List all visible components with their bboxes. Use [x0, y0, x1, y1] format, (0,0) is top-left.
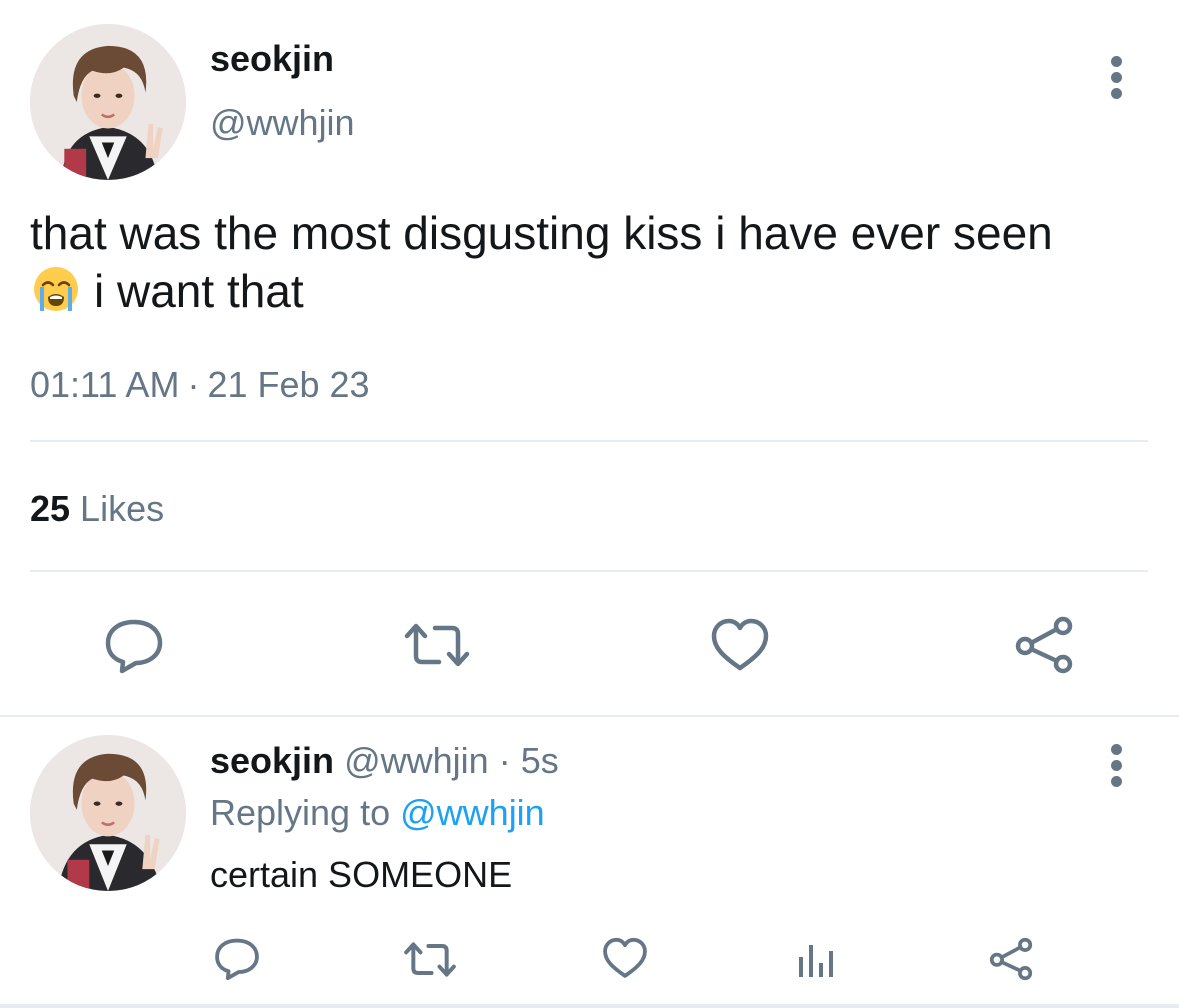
reply-handle[interactable]: @wwhjin: [344, 740, 489, 781]
meta-separator: ·: [187, 364, 200, 405]
tweet-text-line1: that was the most disgusting kiss i have…: [30, 207, 1053, 259]
tweet-text: that was the most disgusting kiss i have…: [30, 204, 1160, 320]
replying-mention-link[interactable]: @wwhjin: [400, 792, 545, 833]
tweet-time: 01:11 AM: [30, 364, 180, 405]
share-icon: [1015, 616, 1073, 674]
user-handle[interactable]: @wwhjin: [210, 102, 355, 144]
tweet-date: 21 Feb 23: [207, 364, 370, 405]
heart-icon: [603, 937, 647, 978]
reply-text: certain SOMEONE: [210, 854, 513, 895]
like-button[interactable]: [602, 937, 648, 981]
reply-icon: [105, 619, 163, 674]
tweet-text-line2-wrap: i want that: [30, 262, 1160, 320]
reply-display-name[interactable]: seokjin: [210, 740, 334, 781]
retweet-button[interactable]: [403, 622, 471, 668]
display-name[interactable]: seokjin: [210, 38, 334, 80]
retweet-button[interactable]: [403, 941, 457, 978]
reply-actions: [0, 935, 1179, 985]
retweet-icon: [404, 623, 470, 667]
bottom-divider: [0, 1004, 1179, 1008]
tweet-actions: [0, 612, 1179, 676]
likes-stat[interactable]: 25 Likes: [30, 488, 164, 530]
tweet-timestamp[interactable]: 01:11 AM · 21 Feb 23: [30, 364, 370, 406]
reply-button[interactable]: [104, 618, 164, 674]
reply-avatar[interactable]: [30, 735, 186, 891]
tweet-text-line2: i want that: [94, 265, 304, 317]
retweet-icon: [404, 942, 456, 977]
avatar-image: [30, 735, 186, 891]
heart-icon: [711, 618, 769, 671]
replying-to: Replying to @wwhjin: [210, 792, 545, 834]
share-button[interactable]: [988, 937, 1034, 981]
avatar[interactable]: [30, 24, 186, 180]
avatar-image: [30, 24, 186, 180]
loudly-crying-face-icon: [30, 263, 82, 315]
reply-more-options-button[interactable]: [1104, 744, 1128, 788]
divider: [30, 440, 1148, 442]
reply-button[interactable]: [214, 937, 260, 981]
like-button[interactable]: [710, 618, 770, 674]
divider: [30, 570, 1148, 572]
analytics-icon: [799, 945, 833, 977]
likes-label: Likes: [80, 488, 165, 529]
more-options-button[interactable]: [1104, 56, 1128, 100]
analytics-button[interactable]: [797, 941, 837, 979]
reply-header: seokjin @wwhjin · 5s: [210, 740, 559, 782]
main-tweet: seokjin @wwhjin that was the most disgus…: [0, 0, 1179, 716]
reply-separator: ·: [498, 740, 511, 781]
reply-icon: [215, 938, 259, 981]
more-vertical-icon: [1111, 56, 1122, 67]
share-icon: [989, 937, 1033, 981]
likes-count: 25: [30, 488, 71, 529]
reply-age: 5s: [520, 740, 559, 781]
more-vertical-icon: [1111, 744, 1122, 755]
replying-prefix: Replying to: [210, 792, 391, 833]
divider: [0, 715, 1179, 717]
share-button[interactable]: [1013, 616, 1075, 674]
